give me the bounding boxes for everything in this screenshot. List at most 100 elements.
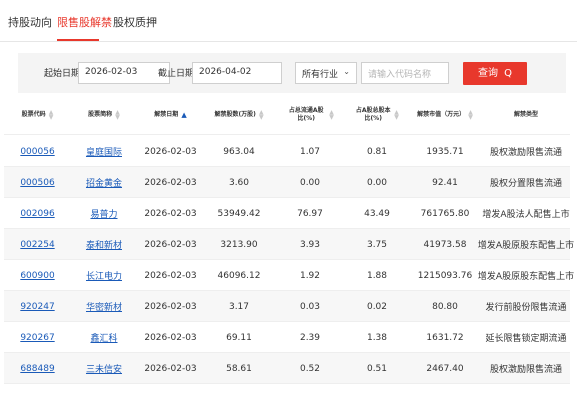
table-row: 002254 泰和新材 2026-02-03 3213.90 3.93 3.75… bbox=[4, 229, 575, 260]
unlock-date-cell: 2026-02-03 bbox=[144, 208, 197, 219]
stock-name-link[interactable]: 皇庭国际 bbox=[71, 136, 137, 167]
sort-asc-icon: ▲ bbox=[181, 110, 187, 119]
total-ratio-cell: 1.38 bbox=[366, 332, 388, 343]
unlock-shares-cell: 3213.90 bbox=[220, 239, 258, 250]
table-row: 000506 招金黄金 2026-02-03 3.60 0.00 0.00 92… bbox=[4, 167, 570, 198]
float-ratio-cell: 0.00 bbox=[299, 177, 321, 188]
table-row: 000056 皇庭国际 2026-02-03 963.04 1.07 0.81 … bbox=[4, 136, 570, 167]
col-header-total-ratio[interactable]: 占A股总股本比(%) ▲ ▼ bbox=[346, 95, 408, 135]
col-header-code[interactable]: 股票代码 ▲ ▼ bbox=[4, 95, 71, 135]
end-date-input[interactable]: 2026-04-02 bbox=[192, 62, 282, 84]
unlock-type-cell: 股权分置限售流通 bbox=[489, 179, 562, 189]
industry-select[interactable]: 所有行业 ⌄ bbox=[295, 62, 357, 84]
unlock-date-cell: 2026-02-03 bbox=[144, 301, 197, 312]
query-button[interactable]: 查询 Q bbox=[463, 62, 527, 85]
unlock-type-cell: 股权激励限售流通 bbox=[489, 148, 562, 158]
unlock-type-cell: 延长限售锁定期流通 bbox=[485, 334, 567, 344]
search-icon: Q bbox=[504, 68, 513, 79]
table-header: 股票代码 ▲ ▼ 股票简称 ▲ ▼ 解禁日期 ▲ 解禁股数(万股) ▲ ▼ 占总流通A股比(%… bbox=[4, 95, 570, 135]
tab-equity-pledge[interactable]: 股权质押 bbox=[113, 14, 157, 30]
sort-icon: ▲ ▼ bbox=[394, 109, 399, 121]
unlock-shares-cell: 53949.42 bbox=[217, 208, 261, 219]
col-header-float-ratio[interactable]: 占总流通A股比(%) ▲ ▼ bbox=[274, 95, 346, 135]
unlock-date-cell: 2026-02-03 bbox=[144, 363, 197, 374]
float-ratio-cell: 0.52 bbox=[299, 363, 321, 374]
total-ratio-cell: 1.88 bbox=[366, 270, 388, 281]
unlock-date-cell: 2026-02-03 bbox=[144, 332, 197, 343]
unlock-value-cell: 41973.58 bbox=[423, 239, 467, 250]
table-row: 920247 华密新材 2026-02-03 3.17 0.03 0.02 80… bbox=[4, 291, 570, 322]
stock-code-link[interactable]: 002096 bbox=[4, 198, 71, 229]
unlock-type-cell: 发行前股份限售流通 bbox=[485, 303, 567, 313]
float-ratio-cell: 1.07 bbox=[299, 146, 321, 157]
total-ratio-cell: 43.49 bbox=[364, 208, 390, 219]
stock-code-link[interactable]: 920267 bbox=[4, 322, 71, 353]
industry-select-value: 所有行业 bbox=[302, 70, 339, 80]
unlock-date-cell: 2026-02-03 bbox=[144, 146, 197, 157]
unlock-value-cell: 80.80 bbox=[432, 301, 458, 312]
table-row: 688489 三未信安 2026-02-03 58.61 0.52 0.51 2… bbox=[4, 353, 570, 384]
tab-restricted-share-unlock[interactable]: 限售股解禁 bbox=[57, 14, 112, 30]
total-ratio-cell: 0.00 bbox=[366, 177, 388, 188]
active-tab-indicator bbox=[57, 39, 99, 41]
unlock-date-cell: 2026-02-03 bbox=[144, 270, 197, 281]
sort-icon: ▲ ▼ bbox=[258, 109, 264, 121]
total-ratio-cell: 3.75 bbox=[366, 239, 388, 250]
stock-code-link[interactable]: 600900 bbox=[4, 260, 71, 291]
col-header-unlock-shares[interactable]: 解禁股数(万股) ▲ ▼ bbox=[204, 95, 274, 135]
total-ratio-cell: 0.02 bbox=[366, 301, 388, 312]
total-ratio-cell: 0.81 bbox=[366, 146, 388, 157]
unlock-date-cell: 2026-02-03 bbox=[144, 239, 197, 250]
unlock-value-cell: 1631.72 bbox=[426, 332, 464, 343]
stock-name-link[interactable]: 鑫汇科 bbox=[71, 322, 137, 353]
unlock-value-cell: 1215093.76 bbox=[417, 270, 473, 281]
tab-holding-trends[interactable]: 持股动向 bbox=[8, 14, 52, 30]
stock-name-link[interactable]: 易普力 bbox=[71, 198, 137, 229]
float-ratio-cell: 0.03 bbox=[299, 301, 321, 312]
unlock-shares-cell: 3.17 bbox=[228, 301, 250, 312]
unlock-type-cell: 股权激励限售流通 bbox=[489, 365, 562, 375]
sort-icon: ▲ ▼ bbox=[468, 109, 473, 121]
stock-name-link[interactable]: 长江电力 bbox=[71, 260, 137, 291]
table-row: 920267 鑫汇科 2026-02-03 69.11 2.39 1.38 16… bbox=[4, 322, 570, 353]
total-ratio-cell: 0.51 bbox=[366, 363, 388, 374]
unlock-value-cell: 92.41 bbox=[432, 177, 458, 188]
query-button-label: 查询 bbox=[477, 68, 498, 79]
stock-name-link[interactable]: 泰和新材 bbox=[71, 229, 137, 260]
col-header-unlock-date[interactable]: 解禁日期 ▲ bbox=[137, 95, 204, 135]
search-input[interactable]: 请输入代码名称 bbox=[361, 62, 449, 84]
filter-bar: 起始日期： 2026-02-03 截止日期： 2026-04-02 所有行业 ⌄… bbox=[18, 53, 566, 93]
stock-name-link[interactable]: 华密新材 bbox=[71, 291, 137, 322]
stock-code-link[interactable]: 920247 bbox=[4, 291, 71, 322]
unlock-shares-cell: 3.60 bbox=[228, 177, 250, 188]
col-header-unlock-value[interactable]: 解禁市值（万元） ▲ ▼ bbox=[408, 95, 482, 135]
unlock-value-cell: 2467.40 bbox=[426, 363, 464, 374]
unlock-type-cell: 增发A股法人配售上市 bbox=[482, 210, 570, 220]
tab-bar: 持股动向 限售股解禁 股权质押 bbox=[0, 0, 577, 42]
col-header-name[interactable]: 股票简称 ▲ ▼ bbox=[71, 95, 137, 135]
unlock-shares-cell: 46096.12 bbox=[217, 270, 261, 281]
float-ratio-cell: 2.39 bbox=[299, 332, 321, 343]
start-date-input[interactable]: 2026-02-03 bbox=[78, 62, 170, 84]
unlock-date-cell: 2026-02-03 bbox=[144, 177, 197, 188]
unlock-shares-cell: 58.61 bbox=[226, 363, 252, 374]
stock-code-link[interactable]: 000506 bbox=[4, 167, 71, 198]
stock-name-link[interactable]: 招金黄金 bbox=[71, 167, 137, 198]
table-row: 600900 长江电力 2026-02-03 46096.12 1.92 1.8… bbox=[4, 260, 575, 291]
stock-code-link[interactable]: 688489 bbox=[4, 353, 71, 384]
stock-code-link[interactable]: 000056 bbox=[4, 136, 71, 167]
table-row: 002096 易普力 2026-02-03 53949.42 76.97 43.… bbox=[4, 198, 570, 229]
stock-code-link[interactable]: 002254 bbox=[4, 229, 71, 260]
sort-icon: ▲ ▼ bbox=[115, 109, 120, 121]
unlock-type-cell: 增发A股原股东配售上市 bbox=[477, 272, 575, 282]
col-header-unlock-type: 解禁类型 bbox=[513, 111, 538, 118]
sort-icon: ▲ ▼ bbox=[48, 109, 54, 121]
unlock-type-cell: 增发A股原股东配售上市 bbox=[477, 241, 575, 251]
float-ratio-cell: 1.92 bbox=[299, 270, 321, 281]
unlock-shares-cell: 963.04 bbox=[223, 146, 255, 157]
sort-icon: ▲ ▼ bbox=[329, 109, 334, 121]
stock-name-link[interactable]: 三未信安 bbox=[71, 353, 137, 384]
float-ratio-cell: 76.97 bbox=[297, 208, 323, 219]
unlock-shares-cell: 69.11 bbox=[226, 332, 252, 343]
chevron-down-icon: ⌄ bbox=[343, 67, 350, 76]
